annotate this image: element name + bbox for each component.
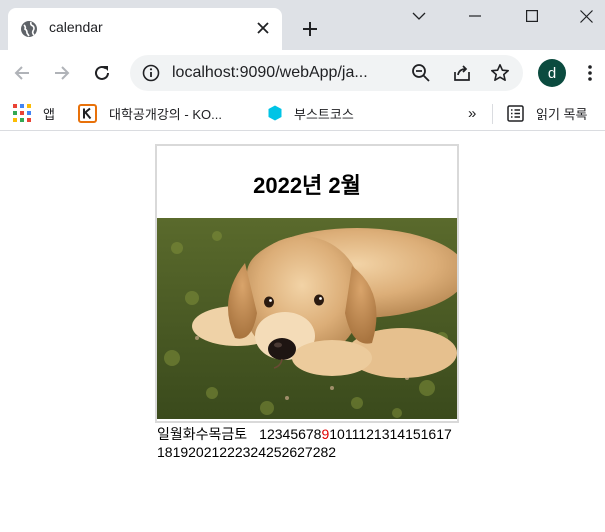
calendar-days: 일월화수목금토 123456789101112131415161718192021…	[157, 425, 457, 461]
bookmark-kocw[interactable]: 대학공개강의 - KO...	[78, 102, 222, 124]
bookmark-boostcourse-label: 부스트코스	[294, 106, 354, 122]
browser-toolbar: localhost:9090/webApp/ja... d	[0, 50, 605, 96]
reload-icon[interactable]	[88, 59, 116, 87]
bookmarks-overflow[interactable]: »	[468, 102, 476, 124]
zoom-icon[interactable]	[410, 62, 432, 84]
days-after-highlight: 1011121314	[329, 426, 406, 442]
tab-title: calendar	[49, 19, 103, 35]
back-arrow-icon[interactable]	[8, 59, 36, 87]
url-text[interactable]: localhost:9090/webApp/ja...	[172, 64, 368, 82]
calendar-card: 2022년 2월	[155, 144, 459, 423]
apps-grid-icon	[13, 104, 31, 122]
minimize-icon[interactable]	[447, 0, 503, 32]
address-bar[interactable]: localhost:9090/webApp/ja...	[130, 55, 523, 91]
menu-dots-icon[interactable]	[580, 59, 600, 87]
plus-icon[interactable]	[298, 17, 322, 41]
title-bar: calendar	[0, 0, 605, 50]
close-icon[interactable]	[253, 18, 273, 38]
bookmark-star-icon[interactable]	[489, 62, 511, 84]
share-icon[interactable]	[451, 62, 473, 84]
days-before-highlight: 12345678	[259, 426, 322, 442]
window-close-icon[interactable]	[558, 0, 605, 32]
calendar-title: 2022년 2월	[253, 173, 361, 198]
globe-icon	[20, 20, 38, 38]
reading-list-icon	[507, 104, 524, 122]
apps-shortcut[interactable]: 앱	[13, 102, 55, 124]
bookmark-boostcourse[interactable]: 부스트코스	[268, 102, 354, 124]
puppy-photo	[157, 218, 457, 419]
reading-list[interactable]: 읽기 목록	[507, 102, 587, 124]
browser-tab[interactable]: calendar	[8, 8, 282, 50]
bookmarks-separator	[492, 104, 493, 124]
forward-arrow-icon[interactable]	[48, 59, 76, 87]
maximize-icon[interactable]	[504, 0, 560, 32]
info-icon[interactable]	[142, 64, 160, 82]
reading-list-label: 읽기 목록	[536, 106, 588, 122]
weekday-header: 일월화수목금토	[157, 426, 248, 442]
kocw-icon	[78, 103, 97, 123]
bookmarks-bar: 앱 대학공개강의 - KO... 부스트코스 » 읽기 목록	[0, 96, 605, 131]
chevron-down-icon[interactable]	[391, 0, 447, 32]
boostcourse-icon	[268, 105, 282, 121]
bookmark-kocw-label: 대학공개강의 - KO...	[109, 106, 222, 122]
apps-label: 앱	[43, 106, 55, 122]
profile-avatar[interactable]: d	[538, 59, 566, 87]
